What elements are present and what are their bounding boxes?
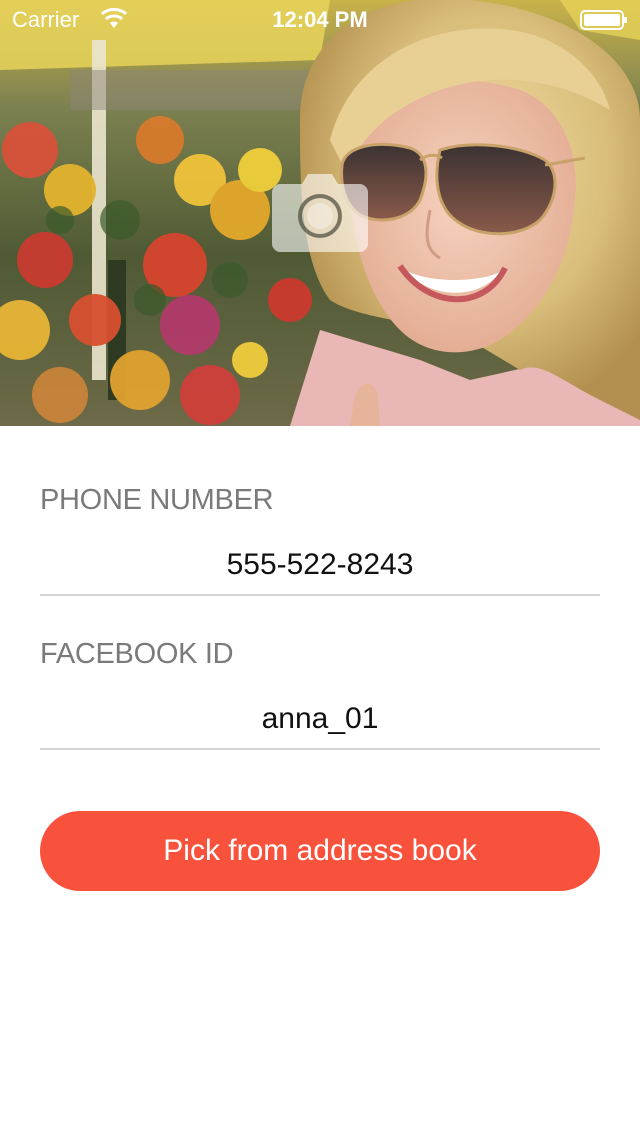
camera-icon: [272, 174, 368, 252]
status-bar: Carrier 12:04 PM: [0, 0, 640, 40]
pick-from-address-book-button[interactable]: Pick from address book: [40, 811, 600, 891]
phone-number-field[interactable]: 555-522-8243: [40, 548, 600, 582]
facebook-id-field[interactable]: anna_01: [40, 702, 600, 736]
facebook-id-underline: [40, 748, 600, 750]
profile-photo-header: Carrier 12:04 PM: [0, 0, 640, 426]
status-time: 12:04 PM: [272, 7, 368, 32]
facebook-id-label: FACEBOOK ID: [40, 638, 234, 670]
phone-number-label: PHONE NUMBER: [40, 484, 274, 516]
change-photo-button[interactable]: [272, 174, 368, 252]
phone-number-underline: [40, 594, 600, 596]
battery-icon: [580, 10, 628, 30]
